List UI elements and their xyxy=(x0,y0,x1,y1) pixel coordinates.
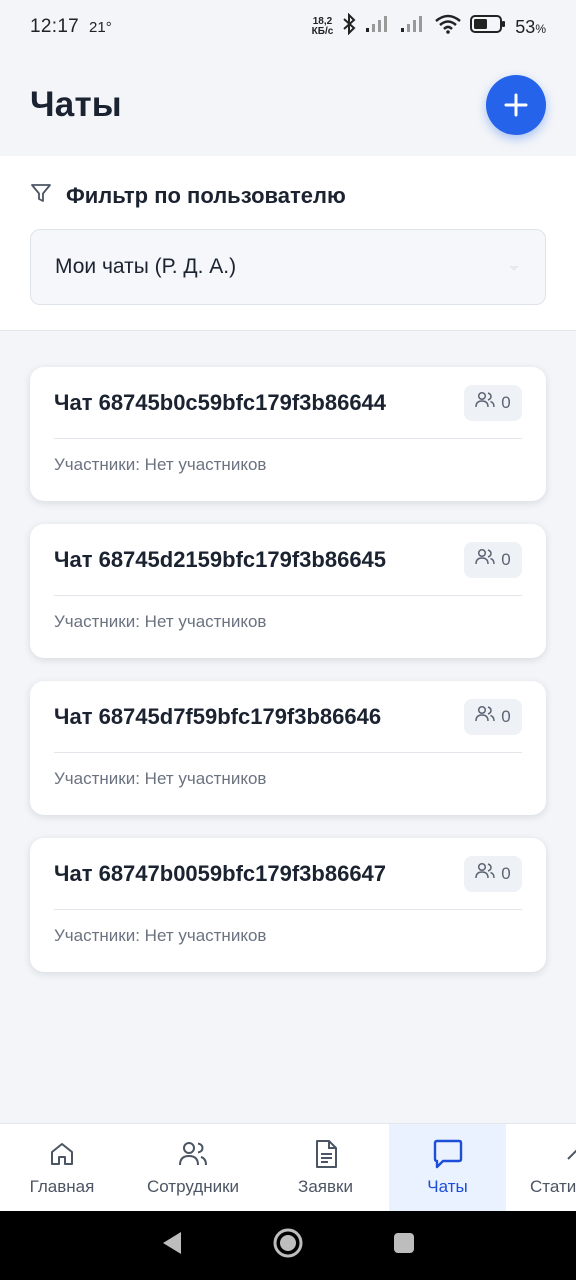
battery-icon xyxy=(470,15,506,39)
member-count: 0 xyxy=(501,392,511,412)
status-temperature: 21° xyxy=(89,18,112,36)
nav-item-requests[interactable]: Заявки xyxy=(262,1124,389,1211)
wifi-icon xyxy=(435,14,462,40)
member-count-badge: 0 xyxy=(464,698,522,735)
battery-percent-value: 53 xyxy=(515,16,536,37)
member-count: 0 xyxy=(501,549,511,569)
add-chat-button[interactable] xyxy=(486,75,546,135)
chat-card[interactable]: Чат 68747b0059bfc179f3b86647 0 Участники… xyxy=(30,838,546,972)
status-bar: 12:17 21° 18,2 КБ/с 53% xyxy=(0,0,576,54)
chat-card-header: Чат 68747b0059bfc179f3b86647 0 xyxy=(54,838,522,910)
chat-name: Чат 68745d2159bfc179f3b86645 xyxy=(54,546,387,572)
users-icon xyxy=(475,391,496,414)
bluetooth-icon xyxy=(342,12,356,41)
signal-icon xyxy=(365,15,391,39)
chevron-up-icon xyxy=(530,1139,576,1169)
system-nav-bar xyxy=(0,1211,576,1280)
filter-icon xyxy=(30,182,52,209)
plus-icon xyxy=(504,93,528,117)
users-icon xyxy=(475,548,496,571)
nav-item-home[interactable]: Главная xyxy=(0,1124,124,1211)
chat-card-header: Чат 68745b0c59bfc179f3b86644 0 xyxy=(54,367,522,439)
nav-label-statistics: Стати xyxy=(530,1177,576,1196)
chat-members: Участники: Нет участников xyxy=(54,926,267,945)
home-button[interactable] xyxy=(272,1227,304,1264)
chat-card[interactable]: Чат 68745d7f59bfc179f3b86646 0 Участники… xyxy=(30,681,546,815)
recents-button[interactable] xyxy=(392,1231,416,1260)
nav-label-requests: Заявки xyxy=(298,1177,353,1196)
nav-label-home: Главная xyxy=(29,1177,95,1196)
users-icon xyxy=(178,1139,208,1169)
page-title: Чаты xyxy=(30,85,122,124)
user-filter-value: Мои чаты (Р. Д. А.) xyxy=(55,255,237,278)
chevron-down-icon xyxy=(507,255,521,279)
nav-item-employees[interactable]: Сотрудники xyxy=(124,1124,262,1211)
signal-icon-2 xyxy=(400,15,426,39)
chat-card[interactable]: Чат 68745b0c59bfc179f3b86644 0 Участники… xyxy=(30,367,546,501)
chat-name: Чат 68747b0059bfc179f3b86647 xyxy=(54,860,387,886)
member-count-badge: 0 xyxy=(464,855,522,892)
chat-card-header: Чат 68745d7f59bfc179f3b86646 0 xyxy=(54,681,522,753)
member-count: 0 xyxy=(501,863,511,883)
chat-name: Чат 68745b0c59bfc179f3b86644 xyxy=(54,389,387,415)
document-icon xyxy=(313,1139,339,1169)
user-filter-select[interactable]: Мои чаты (Р. Д. А.) xyxy=(30,229,546,305)
battery-percent: 53% xyxy=(515,17,546,38)
users-icon xyxy=(475,705,496,728)
status-icons: 18,2 КБ/с 53% xyxy=(312,12,546,41)
chat-icon xyxy=(432,1139,464,1169)
nav-item-chats[interactable]: Чаты xyxy=(389,1124,506,1211)
chat-card-header: Чат 68745d2159bfc179f3b86645 0 xyxy=(54,524,522,596)
member-count-badge: 0 xyxy=(464,541,522,578)
battery-percent-sign: % xyxy=(535,21,546,36)
member-count: 0 xyxy=(501,706,511,726)
status-time: 12:17 xyxy=(30,16,80,37)
users-icon xyxy=(475,862,496,885)
member-count-badge: 0 xyxy=(464,384,522,421)
chat-members: Участники: Нет участников xyxy=(54,455,267,474)
nav-label-employees: Сотрудники xyxy=(146,1177,240,1196)
nav-label-chats: Чаты xyxy=(427,1177,468,1196)
chat-card[interactable]: Чат 68745d2159bfc179f3b86645 0 Участники… xyxy=(30,524,546,658)
bottom-nav: Главная Сотрудники Заявки Чаты Стати xyxy=(0,1123,576,1211)
chat-members: Участники: Нет участников xyxy=(54,612,267,631)
chat-members: Участники: Нет участников xyxy=(54,769,267,788)
header: Чаты xyxy=(0,54,576,156)
nav-item-statistics[interactable]: Стати xyxy=(506,1124,576,1211)
filter-title-row: Фильтр по пользователю xyxy=(30,182,546,209)
home-icon xyxy=(48,1139,76,1169)
network-speed: 18,2 КБ/с xyxy=(312,17,334,37)
network-speed-unit: КБ/с xyxy=(311,26,334,37)
chat-name: Чат 68745d7f59bfc179f3b86646 xyxy=(54,703,382,729)
filter-title: Фильтр по пользователю xyxy=(66,182,346,208)
filter-section: Фильтр по пользователю Мои чаты (Р. Д. А… xyxy=(0,156,576,331)
chat-list: Чат 68745b0c59bfc179f3b86644 0 Участники… xyxy=(30,367,546,972)
back-button[interactable] xyxy=(160,1230,184,1261)
